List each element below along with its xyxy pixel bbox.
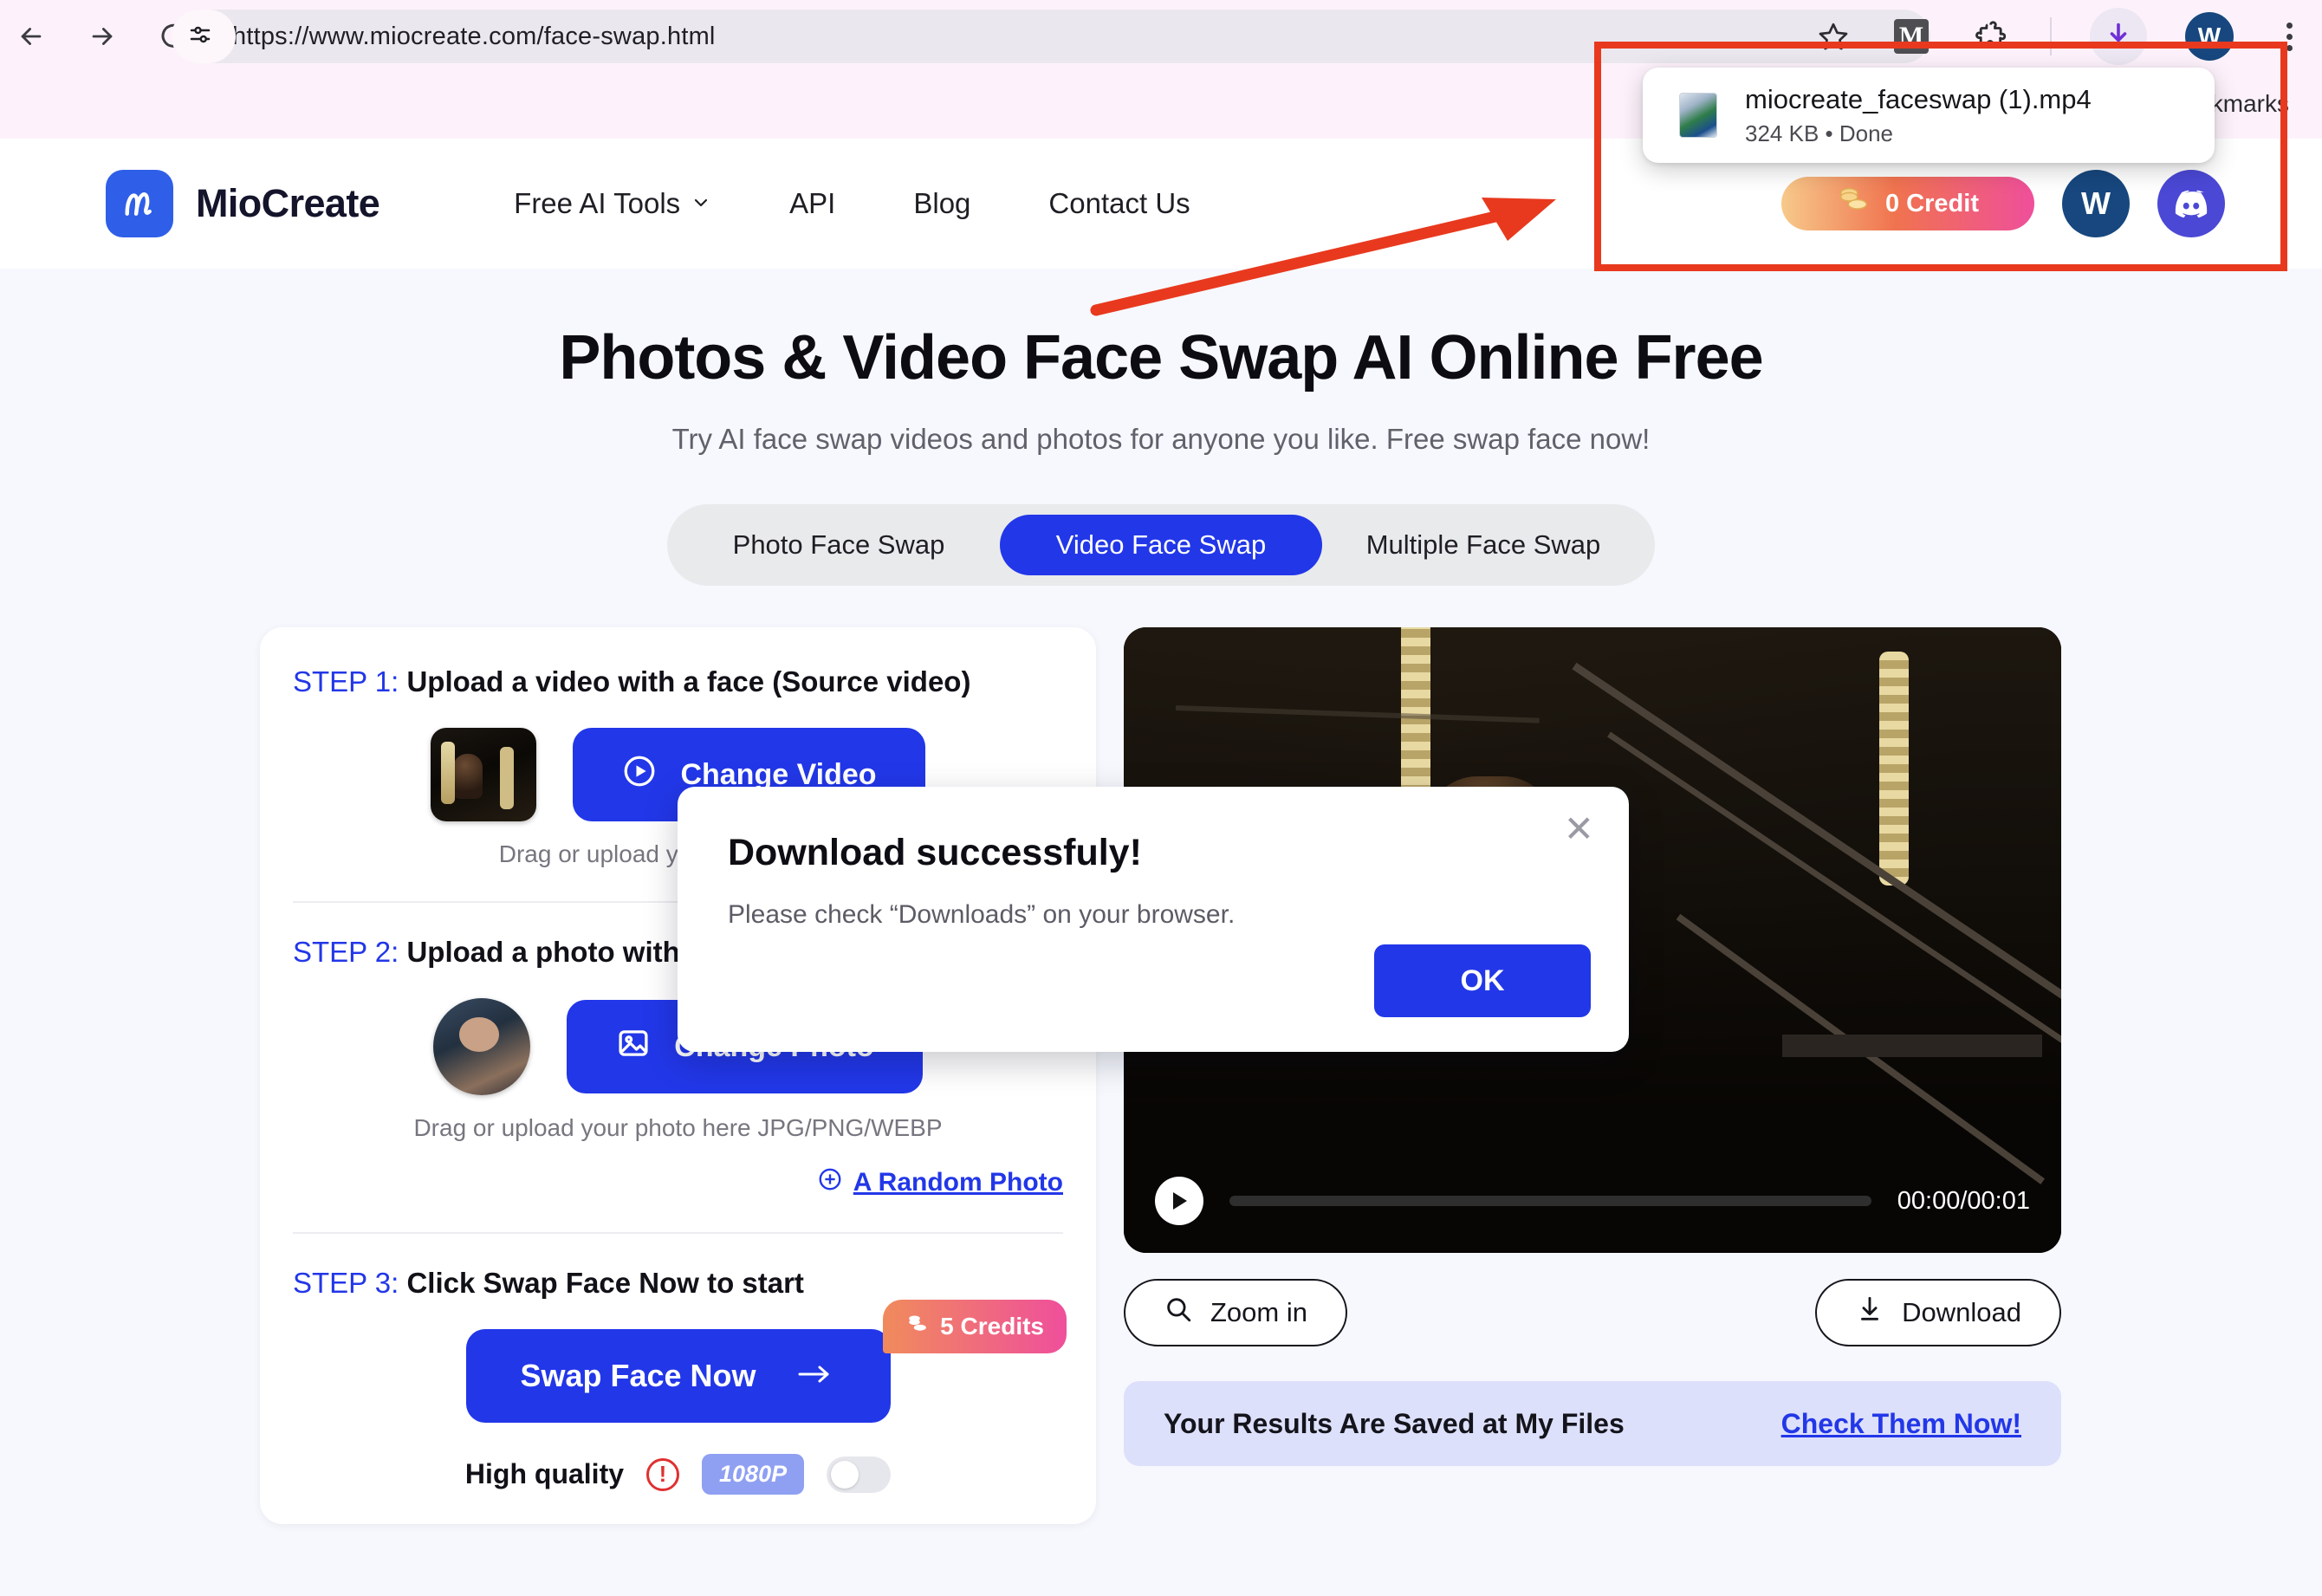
video-time: 00:00/00:01 [1897,1186,2030,1215]
nav-item-contact-us[interactable]: Contact Us [1048,187,1190,220]
puzzle-icon[interactable] [1967,14,2012,59]
download-label: Download [1902,1297,2021,1327]
step3-title: STEP 3: Click Swap Face Now to start [293,1267,1063,1300]
image-icon [615,1025,652,1069]
step1-key: STEP 1: [293,665,399,697]
nav-label: Free AI Tools [514,187,681,219]
check-them-now-link[interactable]: Check Them Now! [1781,1408,2021,1440]
dialog-body: Please check “Downloads” on your browser… [728,900,1236,929]
step1-title: STEP 1: Upload a video with a face (Sour… [293,665,1063,698]
random-photo-link[interactable]: A Random Photo [817,1166,1063,1199]
download-file-name: miocreate_faceswap (1).mp4 [1745,83,2092,114]
high-quality-label: High quality [464,1458,625,1489]
address-bar[interactable]: https://www.miocreate.com/face-swap.html [172,10,1930,63]
star-icon[interactable] [1811,14,1856,59]
arrow-right-icon [795,1358,836,1394]
play-circle-icon [621,753,658,797]
download-button[interactable]: Download [1815,1279,2061,1346]
nav-item-free-ai-tools[interactable]: Free AI Tools [514,187,711,220]
site-settings-icon[interactable] [187,22,213,52]
warning-icon[interactable]: ! [646,1457,680,1491]
step3-text: Click Swap Face Now to start [399,1267,804,1299]
page-subtitle: Try AI face swap videos and photos for a… [671,423,1651,455]
browser-window: https://www.miocreate.com/face-swap.html… [0,0,2322,1596]
credit-button[interactable]: 0 Credit [1781,177,2034,230]
download-arrow-icon [1855,1294,1884,1331]
mode-tabs: Photo Face Swap Video Face Swap Multiple… [667,504,1655,586]
browser-toolbar: https://www.miocreate.com/face-swap.html… [0,0,2322,73]
download-popup[interactable]: miocreate_faceswap (1).mp4 324 KB • Done [1643,68,2215,163]
profile-avatar[interactable]: W [2185,12,2234,61]
tab-photo-face-swap[interactable]: Photo Face Swap [678,515,1000,575]
step2-key: STEP 2: [293,936,399,968]
step2-hint: Drag or upload your photo here JPG/PNG/W… [413,1114,943,1141]
plus-circle-icon [817,1166,843,1199]
download-file-meta: 324 KB • Done [1745,120,1893,147]
dialog-title: Download successfuly! [728,832,1142,873]
downloads-icon[interactable] [2090,8,2147,65]
chevron-down-icon [691,187,711,220]
coins-icon [1837,185,1870,222]
magnifier-icon [1164,1294,1193,1331]
divider [293,1232,1063,1234]
results-saved-text: Your Results Are Saved at My Files [1164,1407,1625,1439]
step3-key: STEP 3: [293,1267,399,1299]
credits-badge: 5 Credits [883,1300,1067,1353]
random-photo-label: A Random Photo [853,1168,1063,1197]
avatar[interactable]: W [2062,170,2130,237]
nav-item-api[interactable]: API [789,187,835,220]
zoom-in-button[interactable]: Zoom in [1124,1279,1347,1346]
zoom-in-label: Zoom in [1210,1297,1307,1327]
page-title: Photos & Video Face Swap AI Online Free [559,323,1763,393]
swap-face-now-label: Swap Face Now [520,1358,756,1393]
discord-icon[interactable] [2157,170,2225,237]
credit-label: 0 Credit [1885,189,1979,217]
video-controls: 00:00/00:01 [1124,1149,2061,1253]
tab-multiple-face-swap[interactable]: Multiple Face Swap [1322,515,1644,575]
video-progress-bar[interactable] [1229,1196,1871,1206]
header-actions: 0 Credit W [1781,170,2225,237]
close-icon[interactable]: ✕ [1564,811,1594,847]
steps-panel: STEP 1: Upload a video with a face (Sour… [260,627,1096,1524]
nav-item-blog[interactable]: Blog [913,187,970,220]
tab-video-face-swap[interactable]: Video Face Swap [1000,515,1322,575]
main-nav: Free AI Tools API Blog Contact Us [514,187,1190,220]
brand-name: MioCreate [196,181,380,225]
forward-arrow-icon[interactable] [83,17,121,55]
credits-badge-label: 5 Credits [940,1313,1044,1340]
video-file-icon [1679,93,1717,138]
source-photo-thumbnail[interactable] [433,998,531,1095]
ok-button[interactable]: OK [1374,944,1591,1017]
address-bar-url[interactable]: https://www.miocreate.com/face-swap.html [232,23,716,51]
download-success-dialog: ✕ Download successfuly! Please check “Do… [678,787,1629,1052]
swap-face-now-button[interactable]: Swap Face Now [465,1329,891,1423]
step1-text: Upload a video with a face (Source video… [399,665,971,697]
results-saved-bar: Your Results Are Saved at My Files Check… [1124,1381,2061,1466]
toolbar-divider [2050,17,2052,55]
resolution-chip: 1080P [702,1454,805,1495]
brand-logo[interactable]: MioCreate [106,170,380,237]
source-video-thumbnail[interactable] [431,728,537,821]
gmail-extension-icon[interactable]: M [1894,19,1929,54]
high-quality-toggle[interactable] [827,1456,892,1493]
miocreate-logo-icon [106,170,173,237]
kebab-menu-icon[interactable] [2272,14,2306,59]
play-icon[interactable] [1155,1177,1203,1225]
coins-icon [905,1313,930,1341]
back-arrow-icon[interactable] [12,17,50,55]
